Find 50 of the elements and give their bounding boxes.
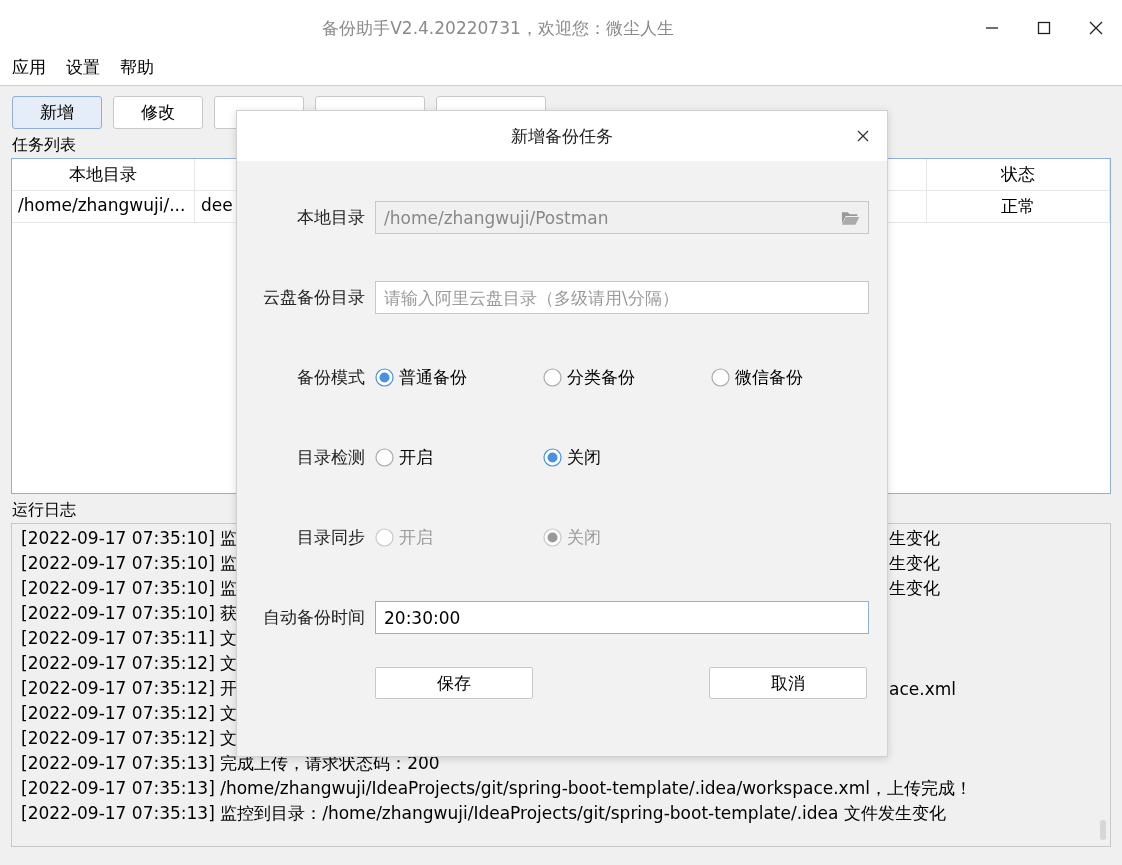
option-label[interactable]: 普通备份 xyxy=(399,366,467,389)
table-cell: 正常 xyxy=(927,191,1110,223)
log-line: [2022-09-17 07:35:12] 文 xyxy=(21,702,238,725)
dialog-title: 新增备份任务 xyxy=(511,124,613,148)
section-title: 运行日志 xyxy=(12,500,76,521)
log-line: 生变化 xyxy=(889,577,940,600)
log-line: [2022-09-17 07:35:13] 监控到目录：/home/zhangwuji/IdeaProjects/git/spring-boot-template/.idea 文件发生变化 xyxy=(21,802,946,825)
log-line: [2022-09-17 07:35:12] 开 xyxy=(21,677,238,700)
radio-button[interactable] xyxy=(375,368,394,387)
option-label[interactable]: 微信备份 xyxy=(735,366,803,389)
table-cell: /home/zhangwuji/... xyxy=(12,191,195,223)
field-label: 备份模式 xyxy=(296,366,366,389)
log-line: [2022-09-17 07:35:10] 监 xyxy=(21,527,238,550)
text-field[interactable]: 请输入阿里云盘目录（多级请用\分隔） xyxy=(375,281,869,314)
option-label[interactable]: 开启 xyxy=(399,446,433,469)
log-line: [2022-09-17 07:35:12] 文 xyxy=(21,727,238,750)
column-header[interactable]: 状态 xyxy=(927,159,1110,191)
radio-button[interactable] xyxy=(543,448,562,467)
dialog-button[interactable]: 保存 xyxy=(375,667,533,699)
option-label[interactable]: 关闭 xyxy=(567,446,601,469)
menu-item[interactable]: 应用 xyxy=(12,54,46,81)
toolbar-button[interactable]: 新增 xyxy=(12,96,102,129)
field-label: 自动备份时间 xyxy=(262,606,366,629)
log-line: [2022-09-17 07:35:12] 文 xyxy=(21,652,238,675)
field-label: 目录同步 xyxy=(296,526,366,549)
section-title: 任务列表 xyxy=(12,135,76,156)
field-input[interactable]: 20:30:00 xyxy=(384,607,860,628)
log-line: [2022-09-17 07:35:11] 文 xyxy=(21,627,238,650)
log-line: ace.xml xyxy=(889,678,956,699)
option-label[interactable]: 分类备份 xyxy=(567,366,635,389)
log-line: [2022-09-17 07:35:10] 监 xyxy=(21,577,238,600)
radio-button[interactable] xyxy=(543,368,562,387)
toolbar-button[interactable]: 修改 xyxy=(113,96,203,129)
window-title: 备份助手V2.4.20220731，欢迎您：微尘人生 xyxy=(321,16,675,40)
field-label: 云盘备份目录 xyxy=(262,286,366,309)
log-line: 生变化 xyxy=(889,527,940,550)
field-label: 目录检测 xyxy=(296,446,366,469)
menu-item[interactable]: 设置 xyxy=(66,54,100,81)
text-field[interactable]: 20:30:00 xyxy=(375,601,869,634)
column-header[interactable]: 本地目录 xyxy=(12,159,195,191)
log-line: 生变化 xyxy=(889,552,940,575)
menu-item[interactable]: 帮助 xyxy=(120,54,154,81)
dialog-button[interactable]: 取消 xyxy=(709,667,867,699)
scrollbar-thumb[interactable] xyxy=(1100,820,1106,840)
log-line: [2022-09-17 07:35:10] 获 xyxy=(21,602,238,625)
log-line: [2022-09-17 07:35:13] /home/zhangwuji/IdeaProjects/git/spring-boot-template/.idea/workspace.xml，上传完成！ xyxy=(21,777,972,800)
log-line: [2022-09-17 07:35:10] 监 xyxy=(21,552,238,575)
radio-button[interactable] xyxy=(711,368,730,387)
field-input[interactable]: 请输入阿里云盘目录（多级请用\分隔） xyxy=(384,287,860,308)
radio-button[interactable] xyxy=(375,448,394,467)
